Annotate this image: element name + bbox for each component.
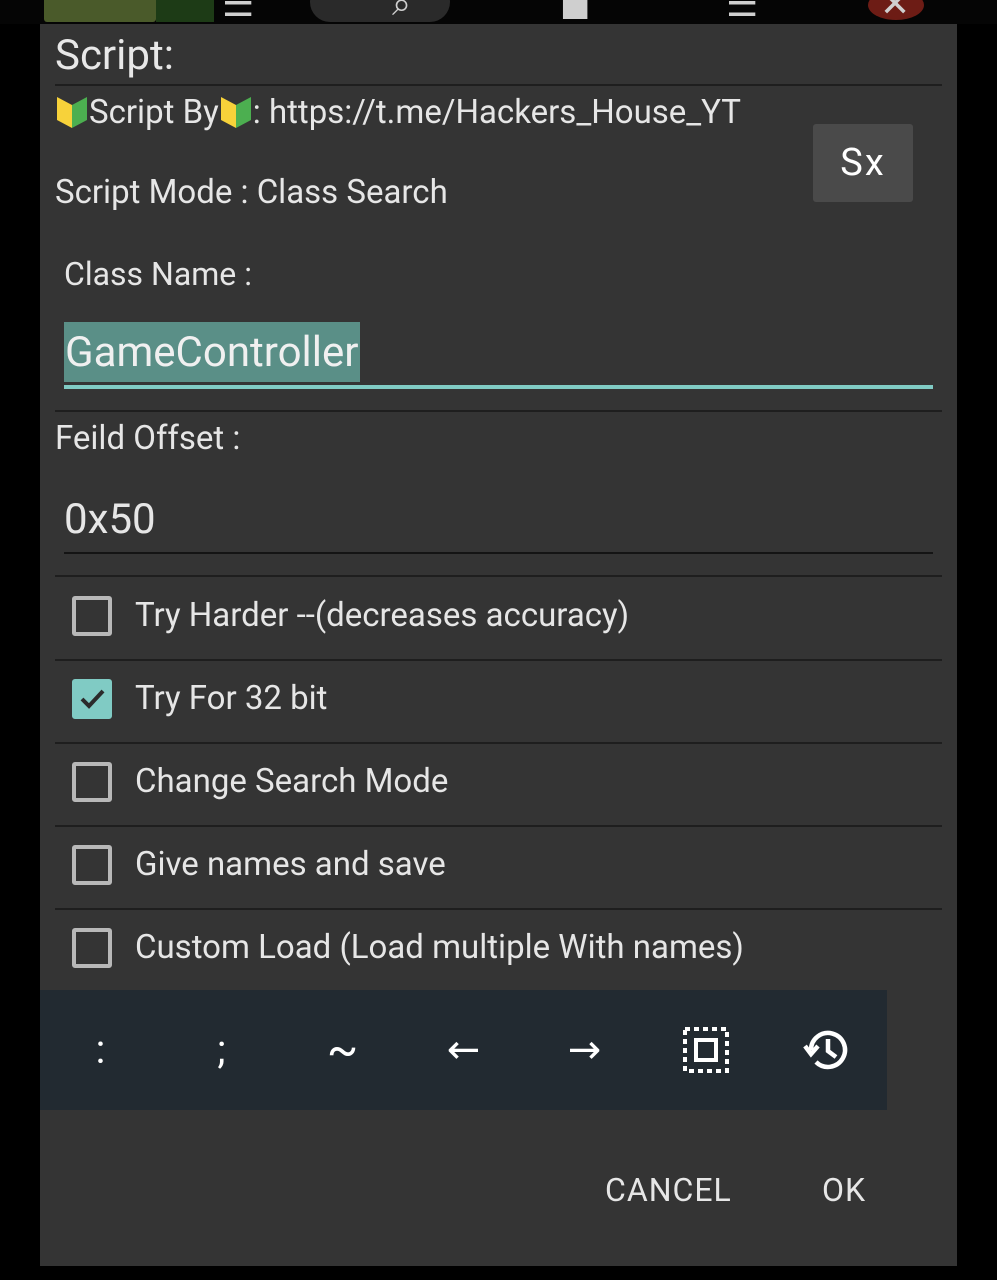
checkbox-box[interactable] (72, 762, 112, 802)
checkbox-label: Try For 32 bit (135, 679, 328, 718)
key-tilde[interactable]: ~ (282, 990, 403, 1110)
search-icon: ⌕ (392, 0, 412, 24)
checkbox-box-checked[interactable] (72, 679, 112, 719)
checkbox-change-search-mode[interactable]: Change Search Mode (55, 744, 942, 827)
checkbox-give-names[interactable]: Give names and save (55, 827, 942, 910)
checkmark-icon (80, 689, 105, 709)
field-offset-underline (64, 552, 933, 554)
sx-button[interactable]: Sx (813, 124, 913, 202)
dialog-title: Script: (55, 31, 174, 80)
credit-prefix: Script By (89, 93, 219, 132)
script-credit: Script By : https://t.me/Hackers_House_Y… (55, 88, 741, 138)
class-name-input[interactable]: GameController (64, 322, 933, 389)
field-offset-input[interactable]: 0x50 (64, 490, 933, 554)
checkbox-label: Give names and save (135, 845, 446, 884)
filter-icon: ☰ (222, 0, 255, 24)
field-offset-value[interactable]: 0x50 (64, 490, 156, 550)
key-colon[interactable]: : (40, 990, 161, 1110)
checkbox-try-harder[interactable]: Try Harder --(decreases accuracy) (55, 578, 942, 661)
checkbox-custom-load[interactable]: Custom Load (Load multiple With names) (55, 910, 942, 991)
select-all-icon (683, 1027, 729, 1073)
divider (55, 575, 942, 577)
key-left-arrow[interactable]: ← (403, 990, 524, 1110)
background-app-strip: ☰ ⌕ ■ ☰ ✕ (0, 0, 997, 24)
beginner-mark-icon (57, 97, 87, 128)
extra-keys-bar: : ; ~ ← → (40, 990, 887, 1110)
key-right-arrow[interactable]: → (524, 990, 645, 1110)
checkbox-label: Try Harder --(decreases accuracy) (135, 596, 630, 635)
checkbox-label: Custom Load (Load multiple With names) (135, 928, 744, 967)
title-divider (55, 84, 942, 86)
history-icon (803, 1030, 848, 1070)
list-icon: ☰ (726, 0, 759, 24)
record-icon: ■ (560, 0, 591, 23)
cancel-button[interactable]: CANCEL (605, 1166, 732, 1214)
checkbox-box[interactable] (72, 596, 112, 636)
select-all-key[interactable] (645, 990, 766, 1110)
field-offset-label: Feild Offset : (55, 419, 241, 458)
background-thumbnail (44, 0, 156, 22)
checkbox-box[interactable] (72, 928, 112, 968)
class-name-label: Class Name : (64, 255, 252, 293)
class-name-underline (64, 385, 933, 389)
key-semicolon[interactable]: ; (161, 990, 282, 1110)
ok-button[interactable]: OK (822, 1166, 866, 1214)
class-name-value[interactable]: GameController (64, 322, 360, 382)
script-mode-text: Script Mode : Class Search (55, 173, 448, 212)
background-thumbnail-2 (156, 0, 214, 22)
beginner-mark-icon (220, 97, 251, 128)
credit-link: : https://t.me/Hackers_House_YT (252, 93, 741, 132)
divider (55, 410, 942, 412)
history-key[interactable] (766, 990, 887, 1110)
checkbox-label: Change Search Mode (135, 762, 449, 801)
checkbox-box[interactable] (72, 845, 112, 885)
script-dialog: Script: Script By : https://t.me/Hackers… (40, 24, 957, 1266)
checkbox-try-32bit[interactable]: Try For 32 bit (55, 661, 942, 744)
search-pill (310, 0, 450, 22)
close-icon: ✕ (880, 0, 911, 24)
